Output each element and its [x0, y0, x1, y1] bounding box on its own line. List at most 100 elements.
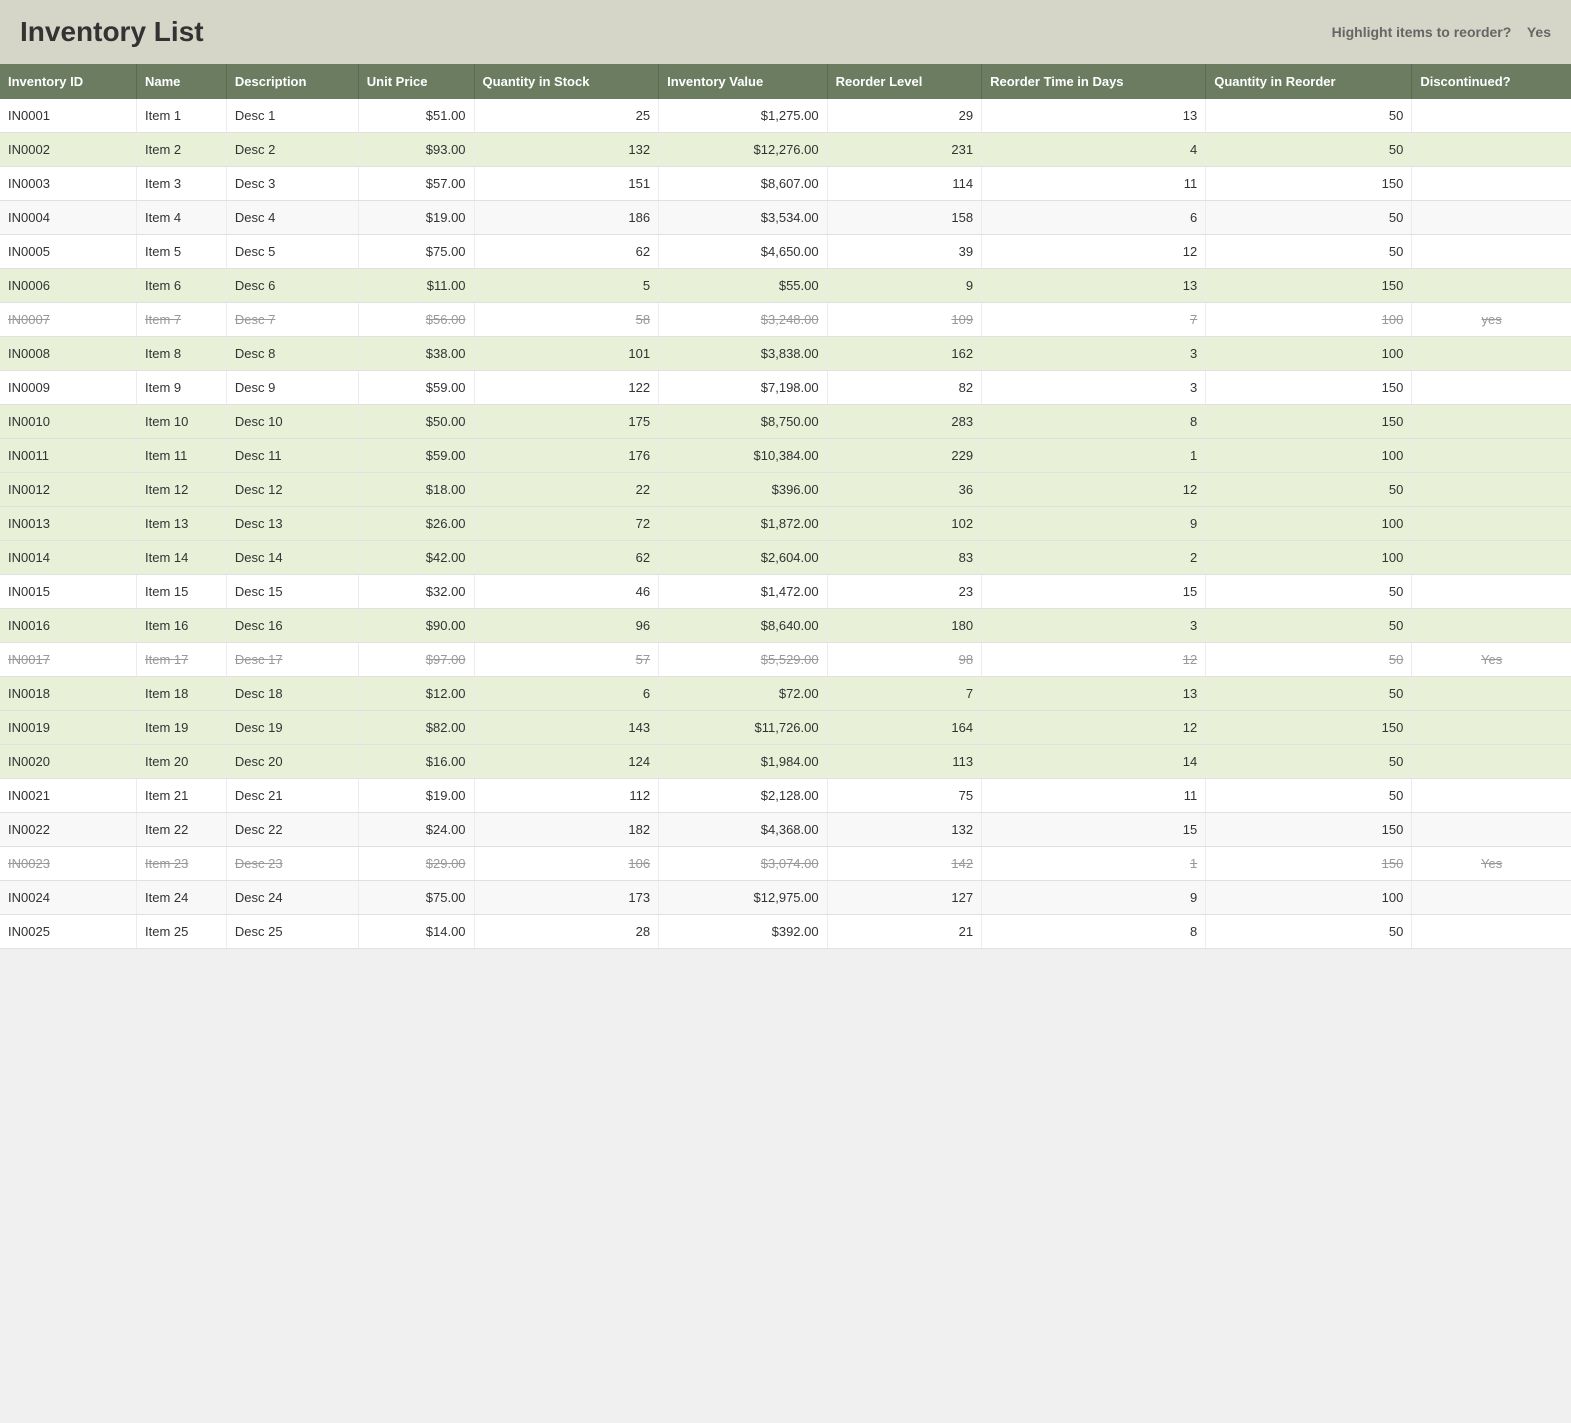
table-cell — [1412, 507, 1571, 541]
table-cell: 9 — [827, 269, 982, 303]
table-cell: $8,640.00 — [659, 609, 827, 643]
table-cell: 13 — [982, 269, 1206, 303]
table-cell: Item 23 — [137, 847, 227, 881]
table-cell: Item 13 — [137, 507, 227, 541]
table-cell: Yes — [1412, 643, 1571, 677]
table-cell: 12 — [982, 235, 1206, 269]
table-cell: 143 — [474, 711, 659, 745]
table-row: IN0013Item 13Desc 13$26.0072$1,872.00102… — [0, 507, 1571, 541]
table-cell: $50.00 — [358, 405, 474, 439]
table-cell: IN0010 — [0, 405, 137, 439]
table-cell: 114 — [827, 167, 982, 201]
table-cell: 82 — [827, 371, 982, 405]
table-cell: Desc 6 — [226, 269, 358, 303]
table-cell: 100 — [1206, 507, 1412, 541]
table-cell: IN0019 — [0, 711, 137, 745]
table-cell: 100 — [1206, 541, 1412, 575]
table-cell: 13 — [982, 677, 1206, 711]
table-cell — [1412, 167, 1571, 201]
table-cell: 12 — [982, 473, 1206, 507]
table-cell: 150 — [1206, 847, 1412, 881]
table-cell: Item 10 — [137, 405, 227, 439]
table-cell: 15 — [982, 813, 1206, 847]
table-cell: 12 — [982, 643, 1206, 677]
table-cell: 50 — [1206, 473, 1412, 507]
table-cell — [1412, 609, 1571, 643]
table-cell: $18.00 — [358, 473, 474, 507]
table-row: IN0021Item 21Desc 21$19.00112$2,128.0075… — [0, 779, 1571, 813]
table-cell: Item 9 — [137, 371, 227, 405]
table-cell: 36 — [827, 473, 982, 507]
table-cell: 8 — [982, 915, 1206, 949]
table-row: IN0001Item 1Desc 1$51.0025$1,275.0029135… — [0, 99, 1571, 133]
table-cell: 13 — [982, 99, 1206, 133]
table-cell: $59.00 — [358, 371, 474, 405]
table-cell: $1,984.00 — [659, 745, 827, 779]
col-header-reorder-level: Reorder Level — [827, 64, 982, 99]
table-cell: 2 — [982, 541, 1206, 575]
table-cell: 6 — [982, 201, 1206, 235]
col-header-reorder-time: Reorder Time in Days — [982, 64, 1206, 99]
table-cell: Item 5 — [137, 235, 227, 269]
table-cell: $4,650.00 — [659, 235, 827, 269]
table-cell: Desc 5 — [226, 235, 358, 269]
table-row: IN0014Item 14Desc 14$42.0062$2,604.00832… — [0, 541, 1571, 575]
table-cell: 50 — [1206, 643, 1412, 677]
table-cell: 9 — [982, 507, 1206, 541]
table-row: IN0008Item 8Desc 8$38.00101$3,838.001623… — [0, 337, 1571, 371]
table-cell: $2,604.00 — [659, 541, 827, 575]
table-cell: Desc 3 — [226, 167, 358, 201]
table-cell: 4 — [982, 133, 1206, 167]
table-cell: 11 — [982, 167, 1206, 201]
table-row: IN0024Item 24Desc 24$75.00173$12,975.001… — [0, 881, 1571, 915]
table-cell: 96 — [474, 609, 659, 643]
table-cell: IN0007 — [0, 303, 137, 337]
table-cell: IN0012 — [0, 473, 137, 507]
table-cell: 164 — [827, 711, 982, 745]
header-bar: Inventory List Highlight items to reorde… — [0, 0, 1571, 64]
table-cell: Desc 16 — [226, 609, 358, 643]
table-cell: $396.00 — [659, 473, 827, 507]
table-cell: $55.00 — [659, 269, 827, 303]
table-cell: Desc 19 — [226, 711, 358, 745]
table-cell: 3 — [982, 609, 1206, 643]
table-row: IN0007Item 7Desc 7$56.0058$3,248.0010971… — [0, 303, 1571, 337]
table-cell: IN0017 — [0, 643, 137, 677]
table-cell: 109 — [827, 303, 982, 337]
inventory-table: Inventory ID Name Description Unit Price… — [0, 64, 1571, 949]
table-cell: 72 — [474, 507, 659, 541]
table-cell: 75 — [827, 779, 982, 813]
table-cell: 57 — [474, 643, 659, 677]
table-cell: 29 — [827, 99, 982, 133]
table-cell: 7 — [982, 303, 1206, 337]
table-cell: IN0022 — [0, 813, 137, 847]
table-cell: 50 — [1206, 915, 1412, 949]
table-cell: 50 — [1206, 235, 1412, 269]
table-cell: $82.00 — [358, 711, 474, 745]
table-cell: 124 — [474, 745, 659, 779]
table-cell: $19.00 — [358, 201, 474, 235]
table-cell: Desc 14 — [226, 541, 358, 575]
table-cell: 102 — [827, 507, 982, 541]
table-cell: $392.00 — [659, 915, 827, 949]
table-cell: $3,248.00 — [659, 303, 827, 337]
table-cell — [1412, 235, 1571, 269]
col-header-id: Inventory ID — [0, 64, 137, 99]
table-row: IN0003Item 3Desc 3$57.00151$8,607.001141… — [0, 167, 1571, 201]
table-cell: $3,074.00 — [659, 847, 827, 881]
table-cell: 15 — [982, 575, 1206, 609]
table-cell: 180 — [827, 609, 982, 643]
table-cell: Item 22 — [137, 813, 227, 847]
table-cell: Desc 17 — [226, 643, 358, 677]
table-cell: $1,275.00 — [659, 99, 827, 133]
table-cell: $19.00 — [358, 779, 474, 813]
table-row: IN0010Item 10Desc 10$50.00175$8,750.0028… — [0, 405, 1571, 439]
table-cell: 132 — [827, 813, 982, 847]
highlight-toggle: Highlight items to reorder? Yes — [1332, 24, 1551, 40]
table-cell: 150 — [1206, 813, 1412, 847]
table-row: IN0015Item 15Desc 15$32.0046$1,472.00231… — [0, 575, 1571, 609]
table-cell: Desc 24 — [226, 881, 358, 915]
table-cell: Desc 25 — [226, 915, 358, 949]
table-cell: Item 2 — [137, 133, 227, 167]
table-cell: $24.00 — [358, 813, 474, 847]
